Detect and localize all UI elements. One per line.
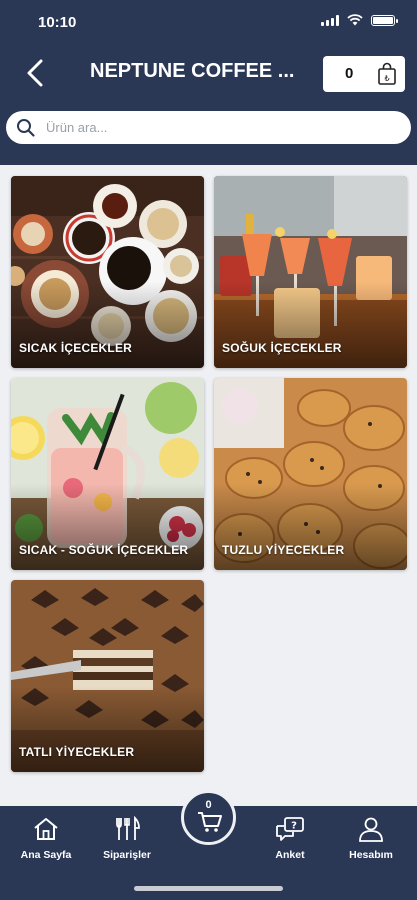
home-indicator xyxy=(134,886,283,891)
nav-orders-label: Siparişler xyxy=(103,849,151,861)
category-label: SICAK İÇECEKLER xyxy=(19,341,133,355)
category-label: SOĞUK İÇECEKLER xyxy=(222,341,342,355)
center-cart-count: 0 xyxy=(205,799,212,811)
category-card-hot-drinks[interactable]: SICAK İÇECEKLER xyxy=(11,176,204,368)
status-bar: 10:10 xyxy=(0,0,417,44)
svg-text:₺: ₺ xyxy=(384,74,389,83)
utensils-icon xyxy=(116,815,140,840)
cellular-signal-icon xyxy=(321,14,339,26)
cart-icon xyxy=(198,812,222,832)
category-card-hot-cold-drinks[interactable]: SICAK - SOĞUK İÇECEKLER xyxy=(11,378,204,570)
shopping-bag-icon: ₺ xyxy=(378,62,396,85)
category-label: TATLI YİYECEKLER xyxy=(19,745,135,759)
header-cart-button[interactable]: 0 ₺ xyxy=(323,56,405,92)
chevron-left-icon xyxy=(27,59,43,87)
category-card-cold-drinks[interactable]: SOĞUK İÇECEKLER xyxy=(214,176,407,368)
cart-count: 0 xyxy=(345,65,354,82)
category-card-savory-food[interactable]: TUZLU YİYECEKLER xyxy=(214,378,407,570)
home-icon xyxy=(34,818,58,840)
nav-home[interactable]: Ana Sayfa xyxy=(11,816,81,861)
nav-survey-label: Anket xyxy=(275,849,305,861)
back-button[interactable] xyxy=(20,56,50,90)
center-cart-button[interactable]: 0 xyxy=(181,790,236,845)
user-icon xyxy=(359,817,383,842)
nav-home-label: Ana Sayfa xyxy=(20,849,72,861)
page-title: NEPTUNE COFFEE ... xyxy=(90,60,295,82)
nav-survey[interactable]: ? Anket xyxy=(255,816,325,861)
search-input[interactable] xyxy=(46,117,386,138)
nav-account-label: Hesabım xyxy=(349,849,393,861)
category-label: TUZLU YİYECEKLER xyxy=(222,543,345,557)
chat-question-icon: ? xyxy=(276,817,304,841)
nav-orders[interactable]: Siparişler xyxy=(92,815,162,861)
nav-account[interactable]: Hesabım xyxy=(336,816,406,861)
status-icons xyxy=(321,14,398,26)
wifi-icon xyxy=(347,14,363,26)
search-bar[interactable] xyxy=(6,111,411,144)
search-icon xyxy=(17,119,35,137)
top-header: 10:10 NEPTUNE COFFEE ... 0 ₺ xyxy=(0,0,417,165)
svg-text:?: ? xyxy=(291,821,297,832)
category-label: SICAK - SOĞUK İÇECEKLER xyxy=(19,543,189,557)
status-time: 10:10 xyxy=(38,14,77,31)
category-card-sweet-food[interactable]: TATLI YİYECEKLER xyxy=(11,580,204,772)
battery-icon xyxy=(371,14,398,26)
